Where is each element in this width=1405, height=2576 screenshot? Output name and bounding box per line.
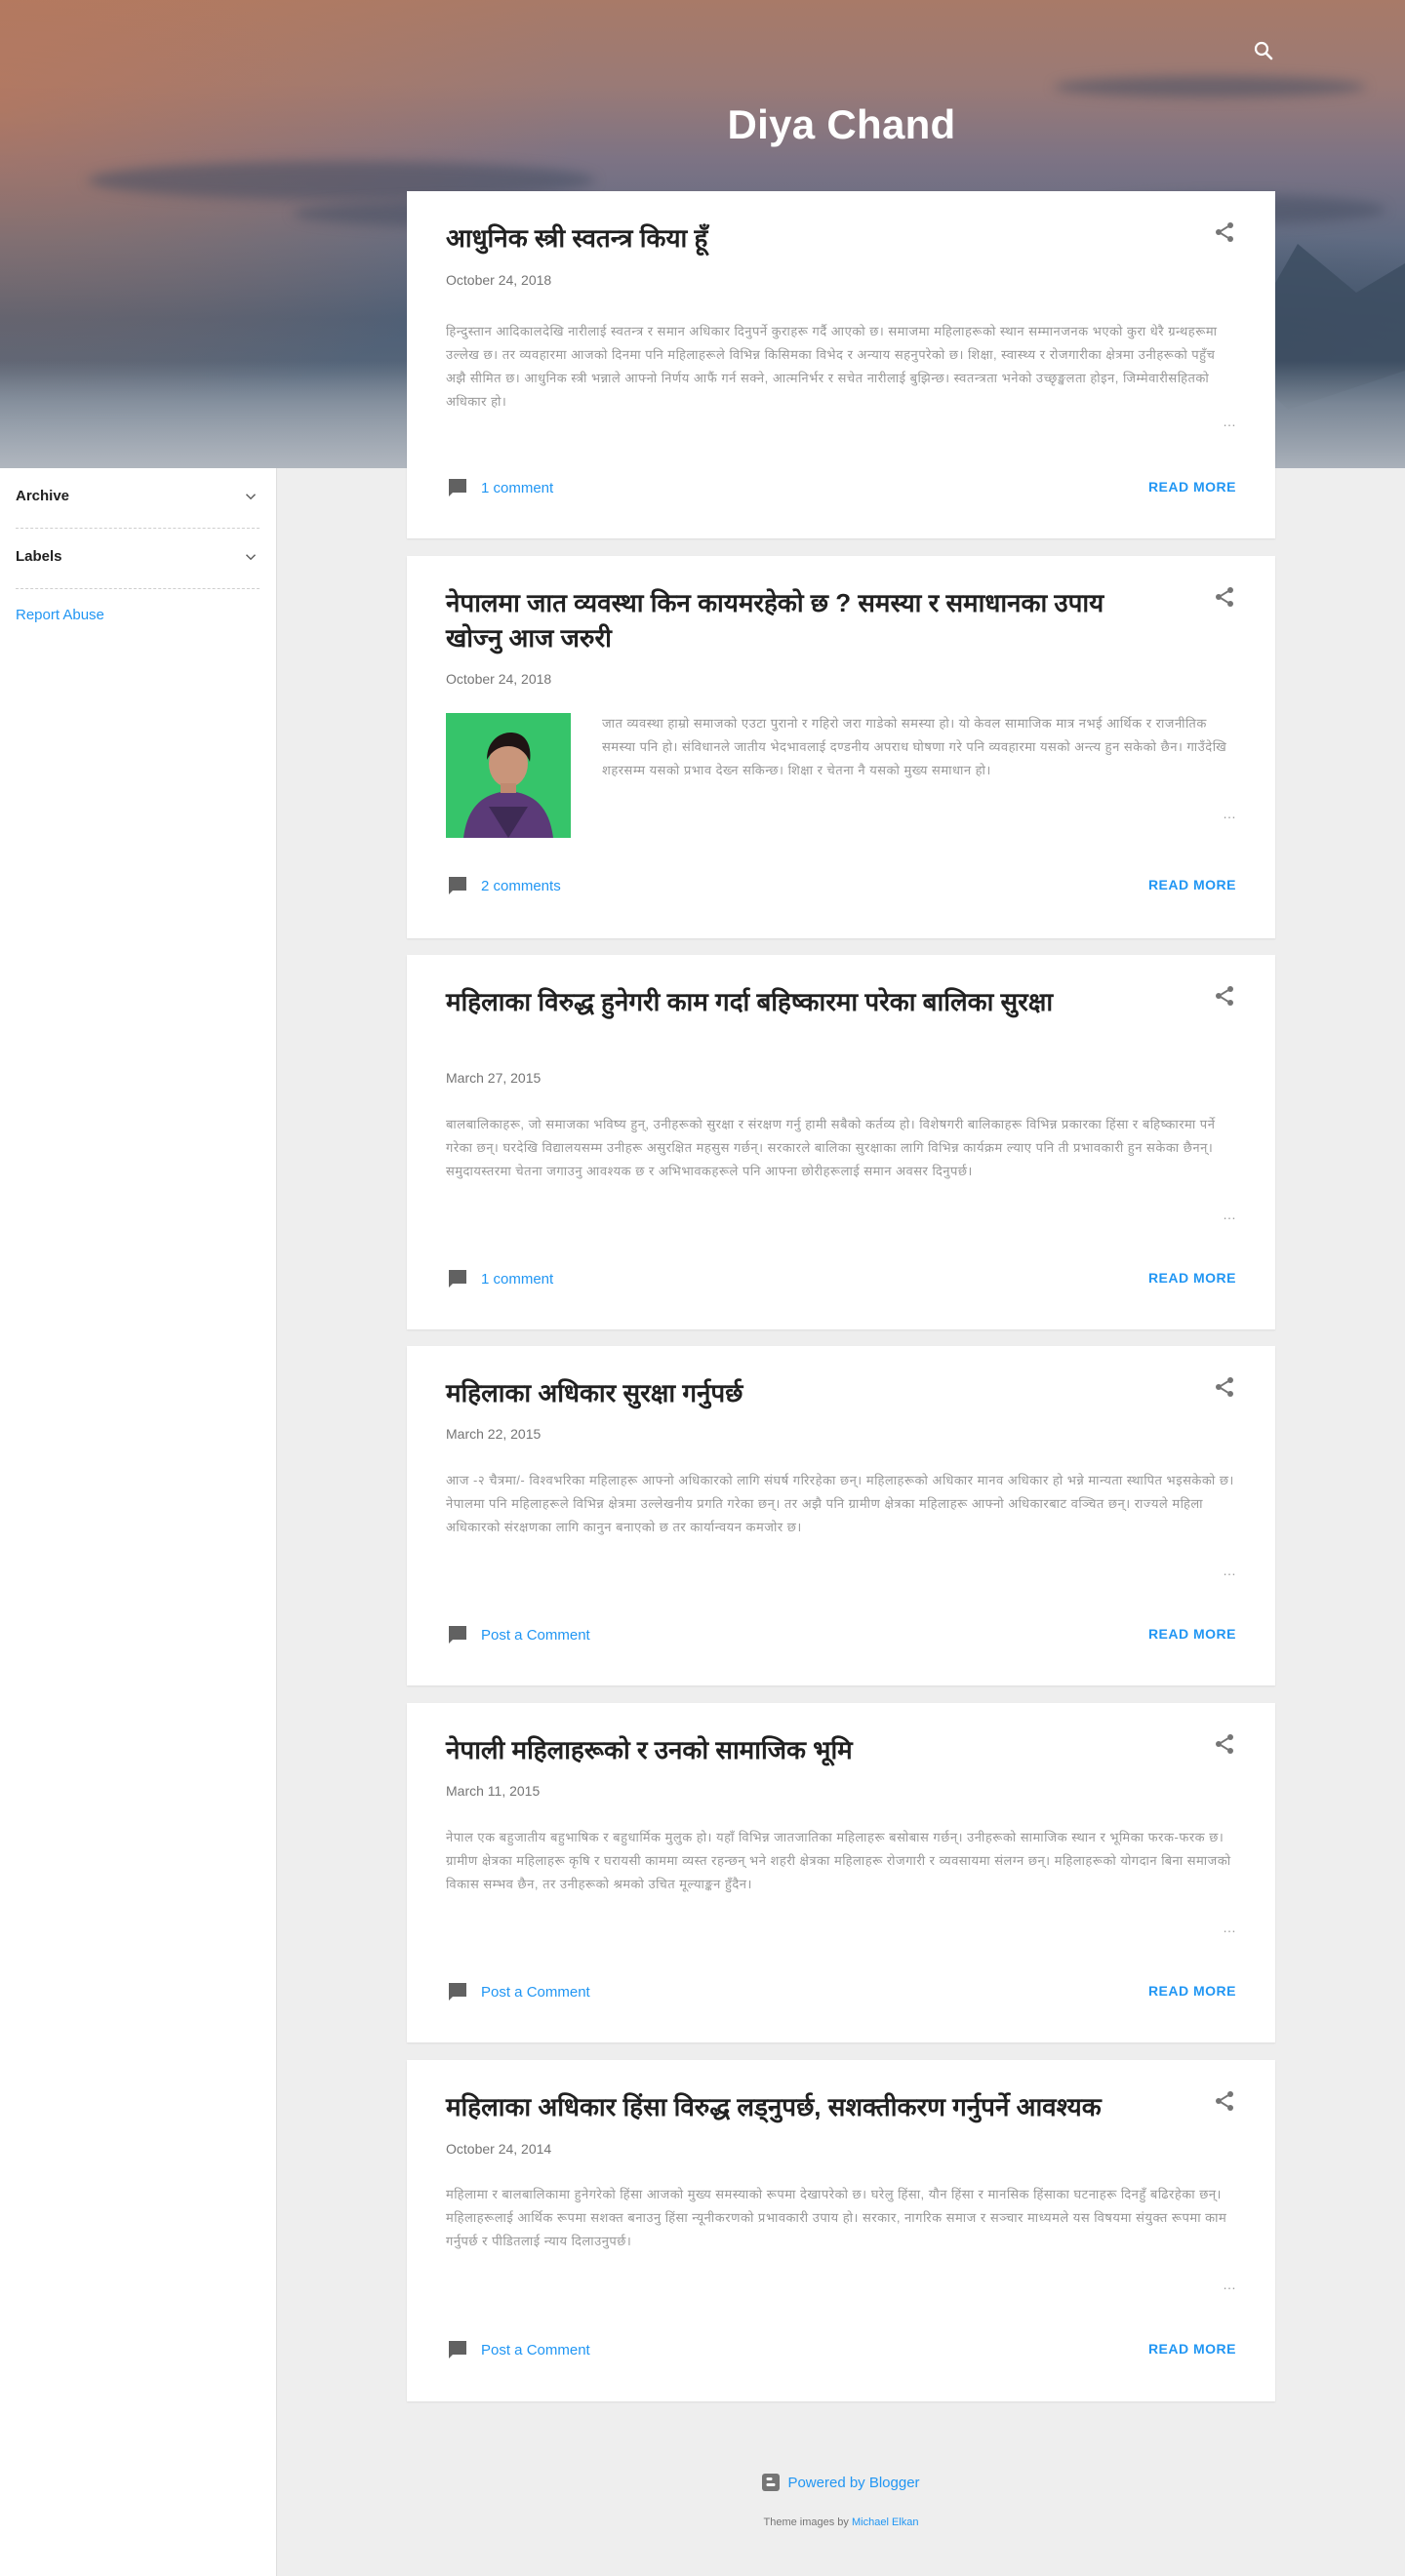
post-card: महिलाका अधिकार सुरक्षा गर्नुपर्छ March 2… <box>407 1346 1275 1685</box>
snippet-ellipsis: … <box>1223 2277 1236 2292</box>
snippet-ellipsis: … <box>1223 806 1236 821</box>
post-date: October 24, 2018 <box>446 272 552 288</box>
read-more-button[interactable]: READ MORE <box>1148 877 1236 892</box>
labels-label: Labels <box>16 548 62 565</box>
sidebar: Archive Labels Report Abuse <box>0 468 277 2576</box>
post-title[interactable]: महिलाका अधिकार सुरक्षा गर्नुपर्छ <box>446 1375 1148 1410</box>
post-date: October 24, 2018 <box>446 671 552 687</box>
post-title[interactable]: नेपालमा जात व्यवस्था किन कायमरहेको छ ? स… <box>446 585 1148 655</box>
comment-icon <box>449 1270 466 1288</box>
post-title[interactable]: महिलाका विरुद्ध हुनेगरी काम गर्दा बहिष्क… <box>446 984 1148 1019</box>
report-abuse-link[interactable]: Report Abuse <box>16 607 104 623</box>
sidebar-archive[interactable]: Archive <box>16 468 260 529</box>
post-snippet-text: बालबालिकाहरू, जो समाजका भविष्य हुन्, उनी… <box>446 1117 1216 1178</box>
read-more-button[interactable]: READ MORE <box>1148 1270 1236 1286</box>
comments-count: 1 comment <box>481 1270 554 1288</box>
powered-by-blogger-link[interactable]: Powered by Blogger <box>407 2474 1275 2491</box>
post-snippet: नेपाल एक बहुजातीय बहुभाषिक र बहुधार्मिक … <box>446 1826 1236 1941</box>
share-icon[interactable] <box>1213 585 1236 609</box>
post-snippet-text: आज -२ चैत्रमा/- विश्वभरिका महिलाहरू आफ्न… <box>446 1473 1234 1534</box>
post-title[interactable]: नेपाली महिलाहरूको र उनको सामाजिक भूमि <box>446 1732 1148 1767</box>
comments-count: 2 comments <box>481 877 561 894</box>
archive-label: Archive <box>16 488 70 504</box>
comments-link[interactable]: 1 comment <box>446 1267 553 1290</box>
post-snippet: बालबालिकाहरू, जो समाजका भविष्य हुन्, उनी… <box>446 1113 1236 1228</box>
read-more-button[interactable]: READ MORE <box>1148 479 1236 495</box>
snippet-ellipsis: … <box>1223 414 1236 429</box>
comment-icon <box>449 1626 466 1644</box>
post-date: October 24, 2014 <box>446 2141 552 2157</box>
snippet-ellipsis: … <box>1223 1207 1236 1222</box>
post-date: March 27, 2015 <box>446 1070 542 1086</box>
read-more-button[interactable]: READ MORE <box>1148 2341 1236 2357</box>
search-icon[interactable] <box>1252 39 1275 62</box>
comments-count: Post a Comment <box>481 2341 590 2358</box>
post-date: March 22, 2015 <box>446 1426 542 1442</box>
post-snippet: जात व्यवस्था हाम्रो समाजको एउटा पुरानो र… <box>602 712 1236 827</box>
comments-link[interactable]: 1 comment <box>446 476 553 499</box>
comment-icon <box>449 877 466 894</box>
post-snippet-text: नेपाल एक बहुजातीय बहुभाषिक र बहुधार्मिक … <box>446 1830 1231 1891</box>
blogger-icon <box>762 2474 781 2491</box>
post-snippet: आज -२ चैत्रमा/- विश्वभरिका महिलाहरू आफ्न… <box>446 1469 1236 1584</box>
comments-count: Post a Comment <box>481 1626 590 1644</box>
chevron-down-icon[interactable] <box>242 488 260 505</box>
comment-icon <box>449 2341 466 2358</box>
post-snippet-text: हिन्दुस्तान आदिकालदेखि नारीलाई स्वतन्त्र… <box>446 324 1218 409</box>
comment-icon <box>449 479 466 496</box>
snippet-ellipsis: … <box>1223 1563 1236 1578</box>
share-icon[interactable] <box>1213 2089 1236 2113</box>
share-icon[interactable] <box>1213 220 1236 244</box>
post-card: आधुनिक स्त्री स्वतन्त्र किया हूँ October… <box>407 191 1275 538</box>
comments-link[interactable]: Post a Comment <box>446 1623 590 1646</box>
theme-credit: Theme images by Michael Elkan <box>407 2517 1275 2528</box>
post-card: नेपालमा जात व्यवस्था किन कायमरहेको छ ? स… <box>407 556 1275 938</box>
share-icon[interactable] <box>1213 984 1236 1008</box>
share-icon[interactable] <box>1213 1375 1236 1399</box>
comments-link[interactable]: Post a Comment <box>446 2338 590 2361</box>
comments-link[interactable]: 2 comments <box>446 874 561 897</box>
post-title[interactable]: आधुनिक स्त्री स्वतन्त्र किया हूँ <box>446 220 1148 256</box>
powered-by-label: Powered by Blogger <box>787 2474 920 2491</box>
comments-link[interactable]: Post a Comment <box>446 1980 590 2003</box>
post-card: महिलाका अधिकार हिंसा विरुद्ध लड्नुपर्छ, … <box>407 2060 1275 2401</box>
read-more-button[interactable]: READ MORE <box>1148 1983 1236 1999</box>
share-icon[interactable] <box>1213 1732 1236 1756</box>
comments-count: 1 comment <box>481 479 554 496</box>
chevron-down-icon[interactable] <box>242 548 260 566</box>
post-snippet: हिन्दुस्तान आदिकालदेखि नारीलाई स्वतन्त्र… <box>446 320 1236 435</box>
post-card: महिलाका विरुद्ध हुनेगरी काम गर्दा बहिष्क… <box>407 955 1275 1329</box>
post-thumbnail[interactable] <box>446 713 571 838</box>
sidebar-labels[interactable]: Labels <box>16 529 260 589</box>
theme-author-link[interactable]: Michael Elkan <box>852 2517 918 2528</box>
post-title[interactable]: महिलाका अधिकार हिंसा विरुद्ध लड्नुपर्छ, … <box>446 2089 1148 2124</box>
theme-credit-prefix: Theme images by <box>763 2517 849 2528</box>
read-more-button[interactable]: READ MORE <box>1148 1626 1236 1642</box>
snippet-ellipsis: … <box>1223 1920 1236 1935</box>
post-snippet-text: जात व्यवस्था हाम्रो समाजको एउटा पुरानो र… <box>602 716 1227 777</box>
blog-title[interactable]: Diya Chand <box>0 101 1405 148</box>
comments-count: Post a Comment <box>481 1983 590 2001</box>
post-snippet-text: महिलामा र बालबालिकामा हुनेगरेको हिंसा आज… <box>446 2187 1227 2248</box>
comment-icon <box>449 1983 466 2001</box>
post-snippet: महिलामा र बालबालिकामा हुनेगरेको हिंसा आज… <box>446 2183 1236 2298</box>
post-date: March 11, 2015 <box>446 1783 541 1799</box>
profile-photo <box>446 713 571 838</box>
post-card: नेपाली महिलाहरूको र उनको सामाजिक भूमि Ma… <box>407 1703 1275 2042</box>
